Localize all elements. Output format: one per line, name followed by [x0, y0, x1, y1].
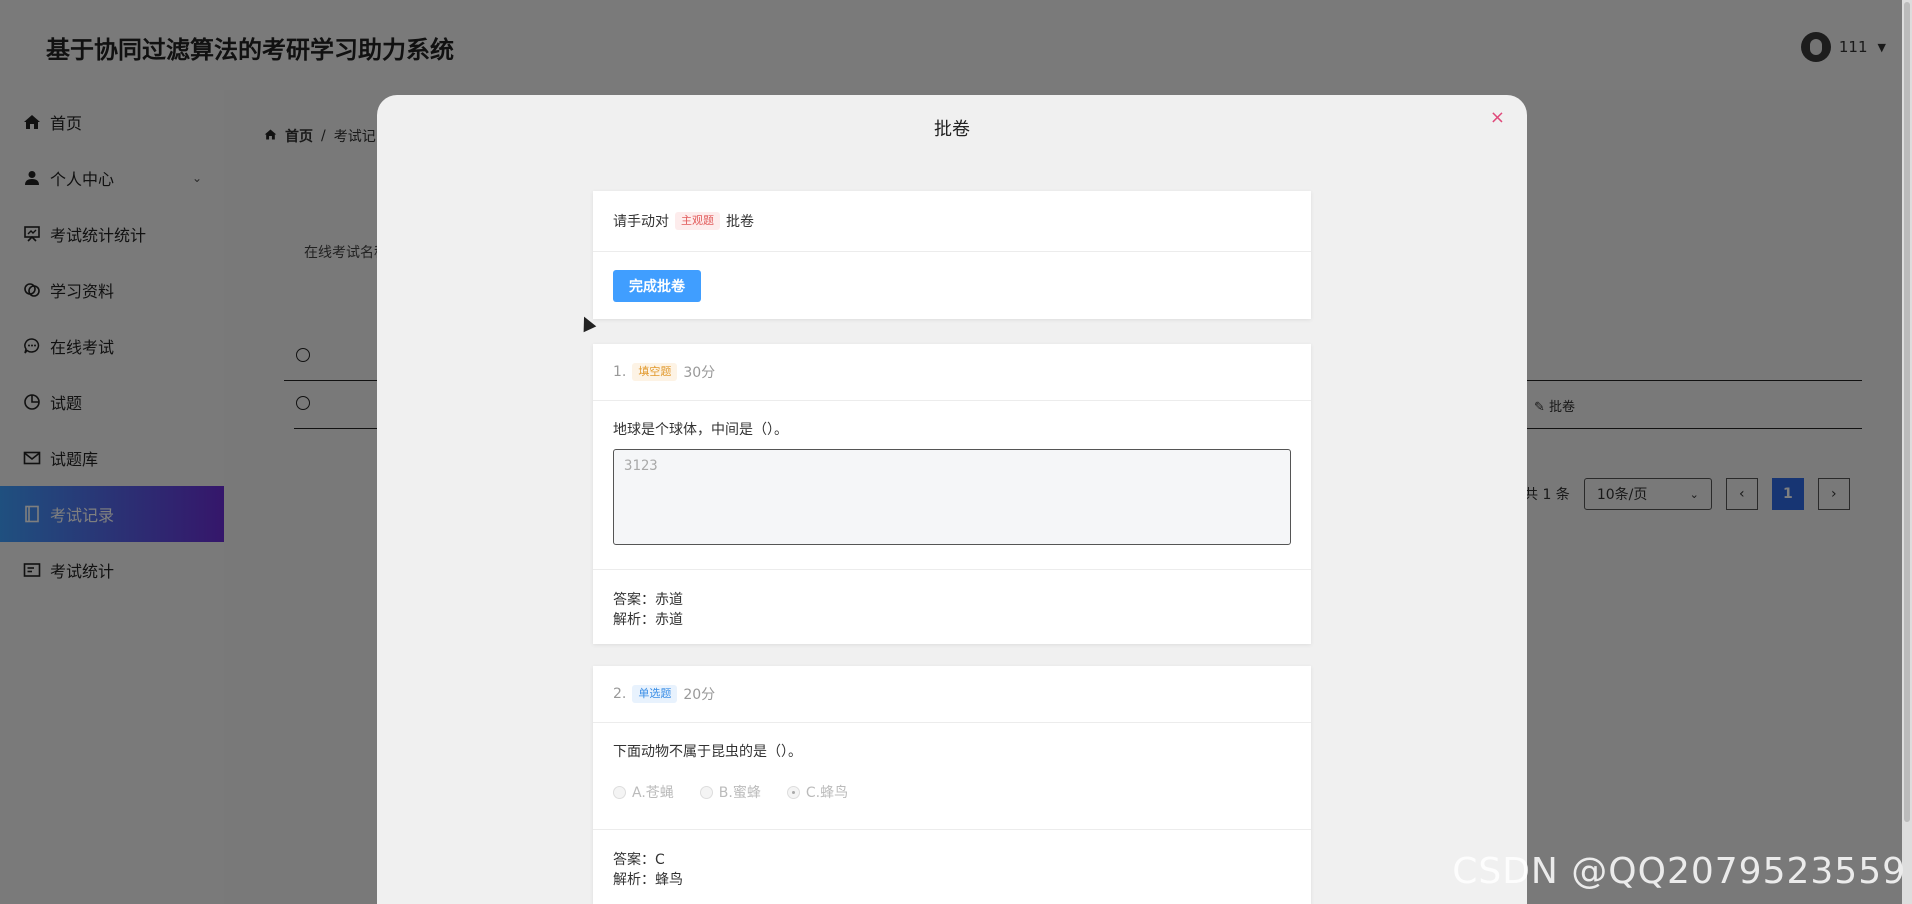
subjective-tag: 主观题	[675, 212, 720, 230]
options-group: A.苍蝇 B.蜜蜂 C.蜂鸟	[593, 771, 1311, 813]
question-stem: 地球是个球体，中间是（）。	[613, 422, 788, 438]
answer-text: 答案：赤道	[613, 592, 683, 608]
watermark: CSDN @QQ2079523559	[1452, 851, 1906, 892]
question-score: 30分	[683, 365, 716, 381]
user-answer-textarea[interactable]: 3123	[613, 449, 1291, 545]
question-card-2: 2. 单选题 20分 下面动物不属于昆虫的是（）。 A.苍蝇 B.蜜蜂 C.蜂鸟…	[593, 666, 1311, 904]
scrollbar-thumb[interactable]	[1904, 2, 1910, 822]
instruction-prefix: 请手动对	[613, 214, 669, 230]
close-icon[interactable]: ×	[1490, 107, 1505, 128]
question-stem: 下面动物不属于昆虫的是（）。	[613, 744, 802, 760]
option-a[interactable]: A.苍蝇	[613, 782, 674, 802]
page-scrollbar[interactable]	[1902, 0, 1912, 904]
option-b[interactable]: B.蜜蜂	[699, 782, 761, 802]
analysis-text: 解析：赤道	[613, 612, 683, 628]
question-score: 20分	[683, 687, 716, 703]
question-index: 1.	[613, 364, 627, 380]
question-index: 2.	[613, 686, 627, 702]
grading-modal: 批卷 × 请手动对 主观题 批卷 完成批卷 1. 填空题 30分 地球是个球体，…	[377, 95, 1527, 904]
radio-selected-icon	[786, 785, 800, 799]
radio-icon	[699, 785, 713, 799]
option-c[interactable]: C.蜂鸟	[786, 782, 848, 802]
radio-icon	[613, 785, 626, 799]
modal-title: 批卷	[934, 119, 970, 140]
instruction-suffix: 批卷	[726, 214, 754, 230]
finish-grading-button[interactable]: 完成批卷	[613, 269, 701, 302]
question-type-tag: 单选题	[632, 685, 678, 703]
question-card-1: 1. 填空题 30分 地球是个球体，中间是（）。 3123 答案：赤道 解析：赤…	[593, 344, 1311, 644]
question-type-tag: 填空题	[632, 363, 678, 381]
answer-text: 答案：C	[613, 852, 665, 868]
analysis-text: 解析：蜂鸟	[613, 872, 683, 888]
instruction-card: 请手动对 主观题 批卷 完成批卷	[593, 191, 1311, 319]
